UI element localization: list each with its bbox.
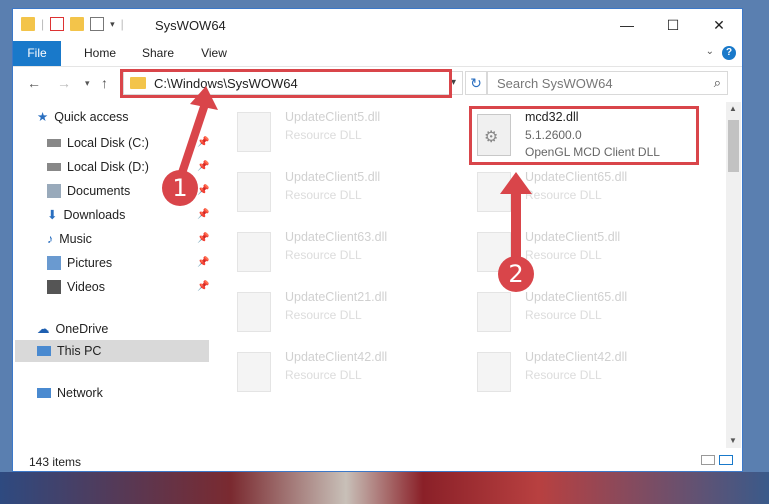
arrow-2 — [500, 172, 532, 262]
arrow-1 — [178, 86, 218, 174]
annotation-arrows — [178, 86, 532, 262]
callout-1: 1 — [162, 170, 198, 206]
callout-2: 2 — [498, 256, 534, 292]
